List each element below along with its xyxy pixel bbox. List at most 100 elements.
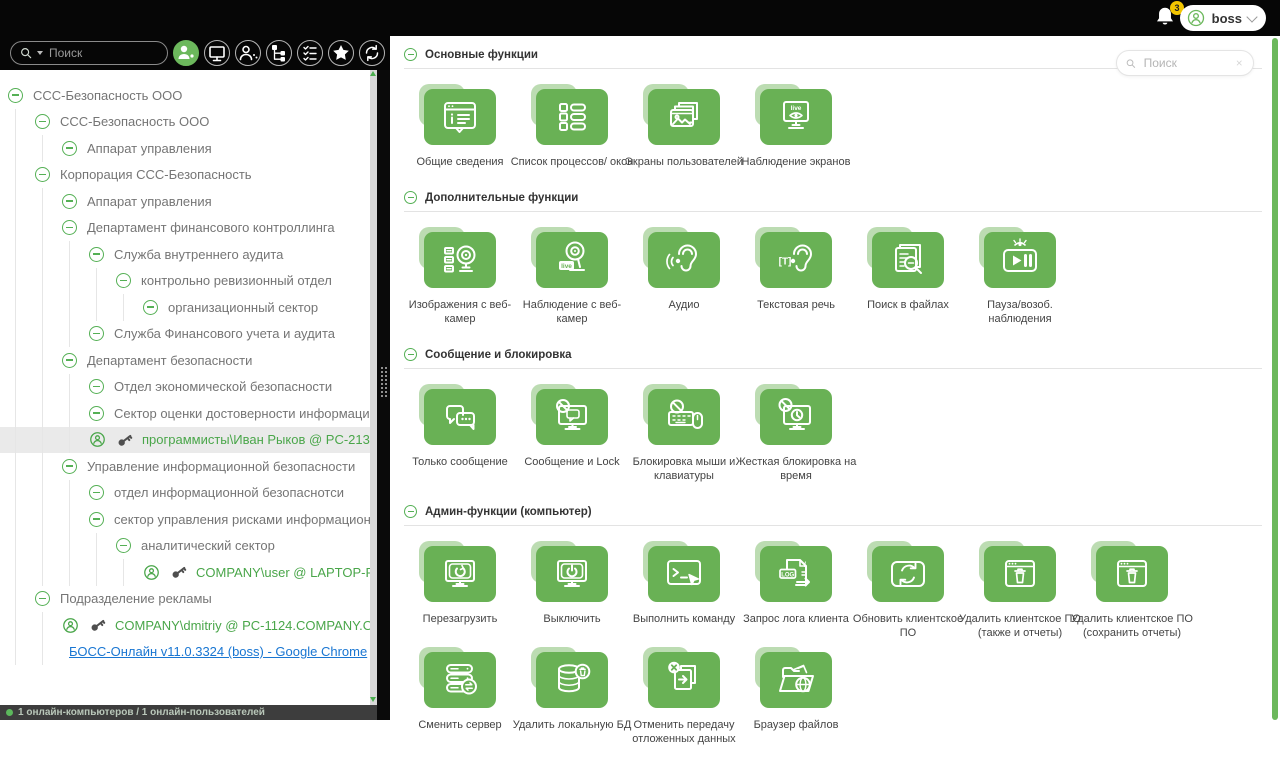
window-link-label[interactable]: БОСС-Онлайн v11.0.3324 (boss) - Google C… [69, 644, 367, 659]
pause-resume-icon[interactable] [984, 232, 1056, 288]
function-tile[interactable]: Выключить [516, 546, 628, 640]
tree-node[interactable]: Департамент финансового контроллинга [0, 215, 370, 242]
refresh-button[interactable] [359, 40, 385, 66]
uninstall-keep-icon[interactable] [1096, 546, 1168, 602]
collapse-icon[interactable] [35, 114, 50, 129]
tree-user-node[interactable]: программисты\Иван Рыков @ PC-2135.COMPAN… [0, 427, 370, 454]
collapse-section-icon[interactable] [404, 191, 417, 204]
delete-db-icon[interactable] [536, 652, 608, 708]
function-tile[interactable]: Перезагрузить [404, 546, 516, 640]
function-tile[interactable]: Удалить клиентское ПО (также и отчеты) [964, 546, 1076, 640]
user-options-button[interactable] [235, 40, 261, 66]
user-screens-icon[interactable] [648, 89, 720, 145]
clear-search-icon[interactable] [1233, 56, 1245, 70]
collapse-icon[interactable] [116, 273, 131, 288]
function-tile[interactable]: Только сообщение [404, 389, 516, 483]
user-menu-button[interactable]: boss [1180, 5, 1266, 31]
collapse-section-icon[interactable] [404, 348, 417, 361]
collapse-icon[interactable] [89, 247, 104, 262]
webcam-live-icon[interactable]: live [536, 232, 608, 288]
search-scope-caret-icon[interactable] [37, 51, 43, 55]
run-command-icon[interactable] [648, 546, 720, 602]
client-log-icon[interactable]: /LOG [760, 546, 832, 602]
collapse-icon[interactable] [8, 88, 23, 103]
function-tile[interactable]: Экраны пользователей [628, 89, 740, 169]
tree-node[interactable]: Подразделение рекламы [0, 586, 370, 613]
computers-view-button[interactable] [204, 40, 230, 66]
tree-node[interactable]: Аппарат управления [0, 135, 370, 162]
tree-view-button[interactable] [266, 40, 292, 66]
main-scrollbar[interactable] [1272, 38, 1278, 720]
change-server-icon[interactable] [424, 652, 496, 708]
collapse-icon[interactable] [62, 459, 77, 474]
tree-node[interactable]: Служба Финансового учета и аудита [0, 321, 370, 348]
update-client-icon[interactable] [872, 546, 944, 602]
function-tile[interactable]: Изображения с веб-камер [404, 232, 516, 326]
tree-scrollbar[interactable] [370, 70, 377, 705]
function-tile[interactable]: Браузер файлов [740, 652, 852, 746]
tree-node[interactable]: сектор управления рисками информационной… [0, 506, 370, 533]
sidebar-search[interactable] [10, 41, 168, 65]
collapse-section-icon[interactable] [404, 505, 417, 518]
collapse-icon[interactable] [35, 167, 50, 182]
collapse-icon[interactable] [89, 406, 104, 421]
function-tile[interactable]: Выполнить команду [628, 546, 740, 640]
tree-user-node[interactable]: COMPANY\user @ LAPTOP-PC.COMPANY.ORG [0, 559, 370, 586]
function-tile[interactable]: Жесткая блокировка на время [740, 389, 852, 483]
collapse-icon[interactable] [62, 220, 77, 235]
function-tile[interactable]: Общие сведения [404, 89, 516, 169]
function-tile[interactable]: Сменить сервер [404, 652, 516, 746]
function-tile[interactable]: Отменить передачу отложенных данных [628, 652, 740, 746]
tree-node[interactable]: контрольно ревизионный отдел [0, 268, 370, 295]
message-lock-icon[interactable] [536, 389, 608, 445]
tree-node[interactable]: отдел информационной безопаснотси [0, 480, 370, 507]
function-tile[interactable]: [T]Текстовая речь [740, 232, 852, 326]
file-search-icon[interactable] [872, 232, 944, 288]
hard-block-icon[interactable] [760, 389, 832, 445]
tree-node[interactable]: аналитический сектор [0, 533, 370, 560]
tree-node[interactable]: ССС-Безопасность ООО [0, 82, 370, 109]
function-tile[interactable]: Блокировка мыши и клавиатуры [628, 389, 740, 483]
collapse-icon[interactable] [89, 379, 104, 394]
audio-icon[interactable] [648, 232, 720, 288]
collapse-icon[interactable] [62, 194, 77, 209]
function-tile[interactable]: Сообщение и Lock [516, 389, 628, 483]
tree-node[interactable]: организационный сектор [0, 294, 370, 321]
tree-node[interactable]: Аппарат управления [0, 188, 370, 215]
live-screens-icon[interactable]: live [760, 89, 832, 145]
tree-node[interactable]: Корпорация ССС-Безопасность [0, 162, 370, 189]
scroll-down-icon[interactable] [370, 697, 376, 702]
favorites-button[interactable] [328, 40, 354, 66]
message-only-icon[interactable] [424, 389, 496, 445]
function-tile[interactable]: Аудио [628, 232, 740, 326]
collapse-icon[interactable] [89, 485, 104, 500]
reboot-icon[interactable] [424, 546, 496, 602]
tree-window-link[interactable]: БОСС-Онлайн v11.0.3324 (boss) - Google C… [0, 639, 370, 666]
text-speech-icon[interactable]: [T] [760, 232, 832, 288]
collapse-icon[interactable] [62, 141, 77, 156]
collapse-icon[interactable] [89, 326, 104, 341]
function-tile[interactable]: /LOGЗапрос лога клиента [740, 546, 852, 640]
tree-node[interactable]: Управление информационной безопасности [0, 453, 370, 480]
collapse-icon[interactable] [35, 591, 50, 606]
functions-search[interactable] [1116, 50, 1254, 76]
section-header[interactable]: Админ-функции (компьютер) [404, 499, 1262, 526]
tree-node[interactable]: Отдел экономической безопасности [0, 374, 370, 401]
info-page-icon[interactable] [424, 89, 496, 145]
shutdown-icon[interactable] [536, 546, 608, 602]
function-tile[interactable]: liveНаблюдение экранов [740, 89, 852, 169]
block-input-icon[interactable] [648, 389, 720, 445]
collapse-icon[interactable] [143, 300, 158, 315]
cancel-deferred-icon[interactable] [648, 652, 720, 708]
function-tile[interactable]: Обновить клиентское ПО [852, 546, 964, 640]
collapse-icon[interactable] [89, 512, 104, 527]
collapse-icon[interactable] [116, 538, 131, 553]
functions-search-input[interactable] [1142, 55, 1228, 71]
process-list-icon[interactable] [536, 89, 608, 145]
function-tile[interactable]: Поиск в файлах [852, 232, 964, 326]
tree-user-node[interactable]: COMPANY\dmitriy @ PC-1124.COMPANY.ORG [0, 612, 370, 639]
splitter-grip-icon[interactable] [380, 366, 388, 398]
list-view-button[interactable] [297, 40, 323, 66]
function-tile[interactable]: Удалить клиентское ПО (сохранить отчеты) [1076, 546, 1188, 640]
scroll-up-icon[interactable] [370, 71, 376, 76]
